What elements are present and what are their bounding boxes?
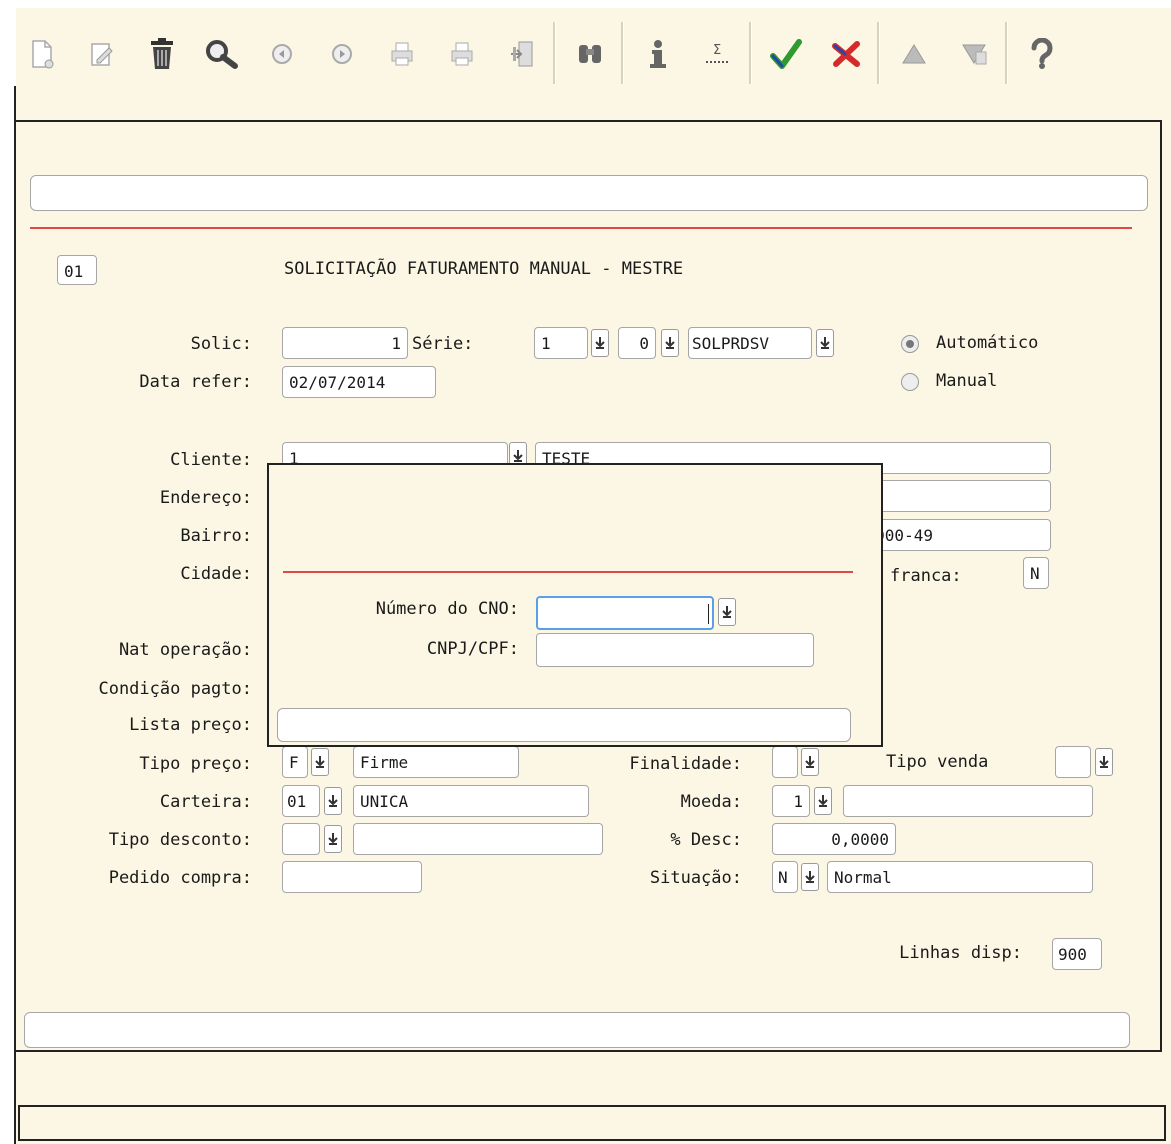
moeda-dropdown-icon[interactable] (814, 787, 832, 815)
serie-dropdown-icon[interactable] (591, 329, 609, 357)
toolbar-separator (621, 22, 624, 84)
move-up-icon[interactable] (894, 34, 934, 74)
data-refer-input[interactable]: 02/07/2014 (282, 366, 436, 398)
serie-label: Série: (412, 334, 474, 354)
serie-input[interactable]: 1 (534, 327, 588, 359)
tipo-desconto-label: Tipo desconto: (108, 830, 252, 850)
status-bar (18, 1105, 1166, 1141)
tipo-preco-dropdown-icon[interactable] (311, 748, 329, 776)
carteira-code-input[interactable]: 01 (282, 785, 320, 817)
cnpj-cpf-input[interactable] (536, 633, 814, 667)
carteira-label: Carteira: (159, 792, 252, 812)
tipo-preco-desc-input: Firme (353, 746, 519, 778)
tipo-venda-label: Tipo venda (886, 752, 989, 772)
moeda-label: Moeda: (680, 792, 742, 812)
cliente-label: Cliente: (170, 450, 252, 470)
edit-icon[interactable] (82, 34, 122, 74)
page-title: SOLICITAÇÃO FATURAMENTO MANUAL - MESTRE (284, 259, 684, 279)
manual-label: Manual (936, 371, 998, 391)
moeda-desc-input (843, 785, 1093, 817)
automatico-radio[interactable] (901, 335, 919, 353)
header-divider (30, 227, 1132, 229)
numero-cno-dropdown-icon[interactable] (718, 598, 736, 626)
cnpj-cpf-label: CNPJ/CPF: (426, 639, 519, 659)
zona-franca-input[interactable]: N (1023, 557, 1049, 589)
finalidade-dropdown-icon[interactable] (801, 748, 819, 776)
print-icon[interactable] (382, 34, 422, 74)
situacao-dropdown-icon[interactable] (801, 863, 819, 891)
data-refer-label: Data refer: (139, 372, 252, 392)
toolbar: Σ (16, 8, 1171, 86)
sum-icon[interactable]: Σ (698, 34, 738, 74)
help-icon[interactable] (1022, 34, 1062, 74)
linhas-disp-label: Linhas disp: (899, 943, 1022, 963)
serie-sub-dropdown-icon[interactable] (661, 329, 679, 357)
tipo-preco-code-input[interactable]: F (282, 746, 308, 778)
tipo-desconto-dropdown-icon[interactable] (324, 825, 342, 853)
tipo-preco-label: Tipo preço: (139, 754, 252, 774)
solic-input[interactable]: 1 (282, 327, 408, 359)
condicao-pagto-label: Condição pagto: (98, 679, 252, 699)
toolbar-separator (877, 22, 880, 84)
toolbar-separator (749, 22, 752, 84)
toolbar-separator (553, 22, 556, 84)
text-cursor (708, 604, 709, 624)
linhas-disp-field: 900 (1052, 938, 1102, 970)
finalidade-input[interactable] (772, 746, 798, 778)
automatico-label: Automático (936, 333, 1039, 353)
situacao-label: Situação: (649, 868, 742, 888)
numero-cno-label: Número do CNO: (375, 599, 519, 619)
manual-radio[interactable] (901, 373, 919, 391)
tipo-desconto-input[interactable] (282, 823, 320, 855)
desc-pct-label: % Desc: (670, 830, 742, 850)
info-icon[interactable] (638, 34, 678, 74)
previous-icon[interactable] (262, 34, 302, 74)
new-record-icon[interactable] (22, 34, 62, 74)
carteira-dropdown-icon[interactable] (324, 787, 342, 815)
cancel-icon[interactable] (826, 34, 866, 74)
serie-program-dropdown-icon[interactable] (816, 329, 834, 357)
bottom-message-field (24, 1012, 1130, 1048)
svg-text:Σ: Σ (713, 43, 721, 58)
moeda-code-input[interactable]: 1 (772, 785, 810, 817)
move-down-icon[interactable] (954, 34, 994, 74)
confirm-icon[interactable] (766, 34, 806, 74)
message-field (30, 175, 1148, 211)
nat-operacao-label: Nat operação: (118, 640, 252, 660)
numero-cno-input[interactable] (536, 596, 714, 630)
serie-sub-input[interactable]: 0 (618, 327, 656, 359)
cno-dialog: Número do CNO: CNPJ/CPF: (267, 463, 883, 747)
next-icon[interactable] (322, 34, 362, 74)
solic-label: Solic: (190, 334, 252, 354)
situacao-desc-input: Normal (827, 861, 1093, 893)
delete-icon[interactable] (142, 34, 182, 74)
zona-franca-label: franca: (890, 566, 962, 586)
carteira-desc-input: UNICA (353, 785, 589, 817)
endereco-label: Endereço: (159, 488, 252, 508)
search-icon[interactable] (202, 34, 242, 74)
tipo-venda-dropdown-icon[interactable] (1095, 748, 1113, 776)
bairro-label: Bairro: (180, 526, 252, 546)
dialog-divider (283, 571, 853, 573)
screen-code-field: 01 (57, 255, 97, 285)
desc-pct-input[interactable]: 0,0000 (772, 823, 896, 855)
situacao-code-input[interactable]: N (772, 861, 798, 893)
toolbar-separator (1005, 22, 1008, 84)
lista-preco-label: Lista preço: (129, 715, 252, 735)
print-preview-icon[interactable] (442, 34, 482, 74)
exit-icon[interactable] (502, 34, 542, 74)
pedido-compra-input[interactable] (282, 861, 422, 893)
tipo-venda-input[interactable] (1055, 746, 1091, 778)
find-icon[interactable] (570, 34, 610, 74)
finalidade-label: Finalidade: (629, 754, 742, 774)
cidade-label: Cidade: (180, 564, 252, 584)
serie-program-input[interactable]: SOLPRDSV (688, 327, 812, 359)
dialog-message-field (277, 708, 851, 742)
pedido-compra-label: Pedido compra: (108, 868, 252, 888)
